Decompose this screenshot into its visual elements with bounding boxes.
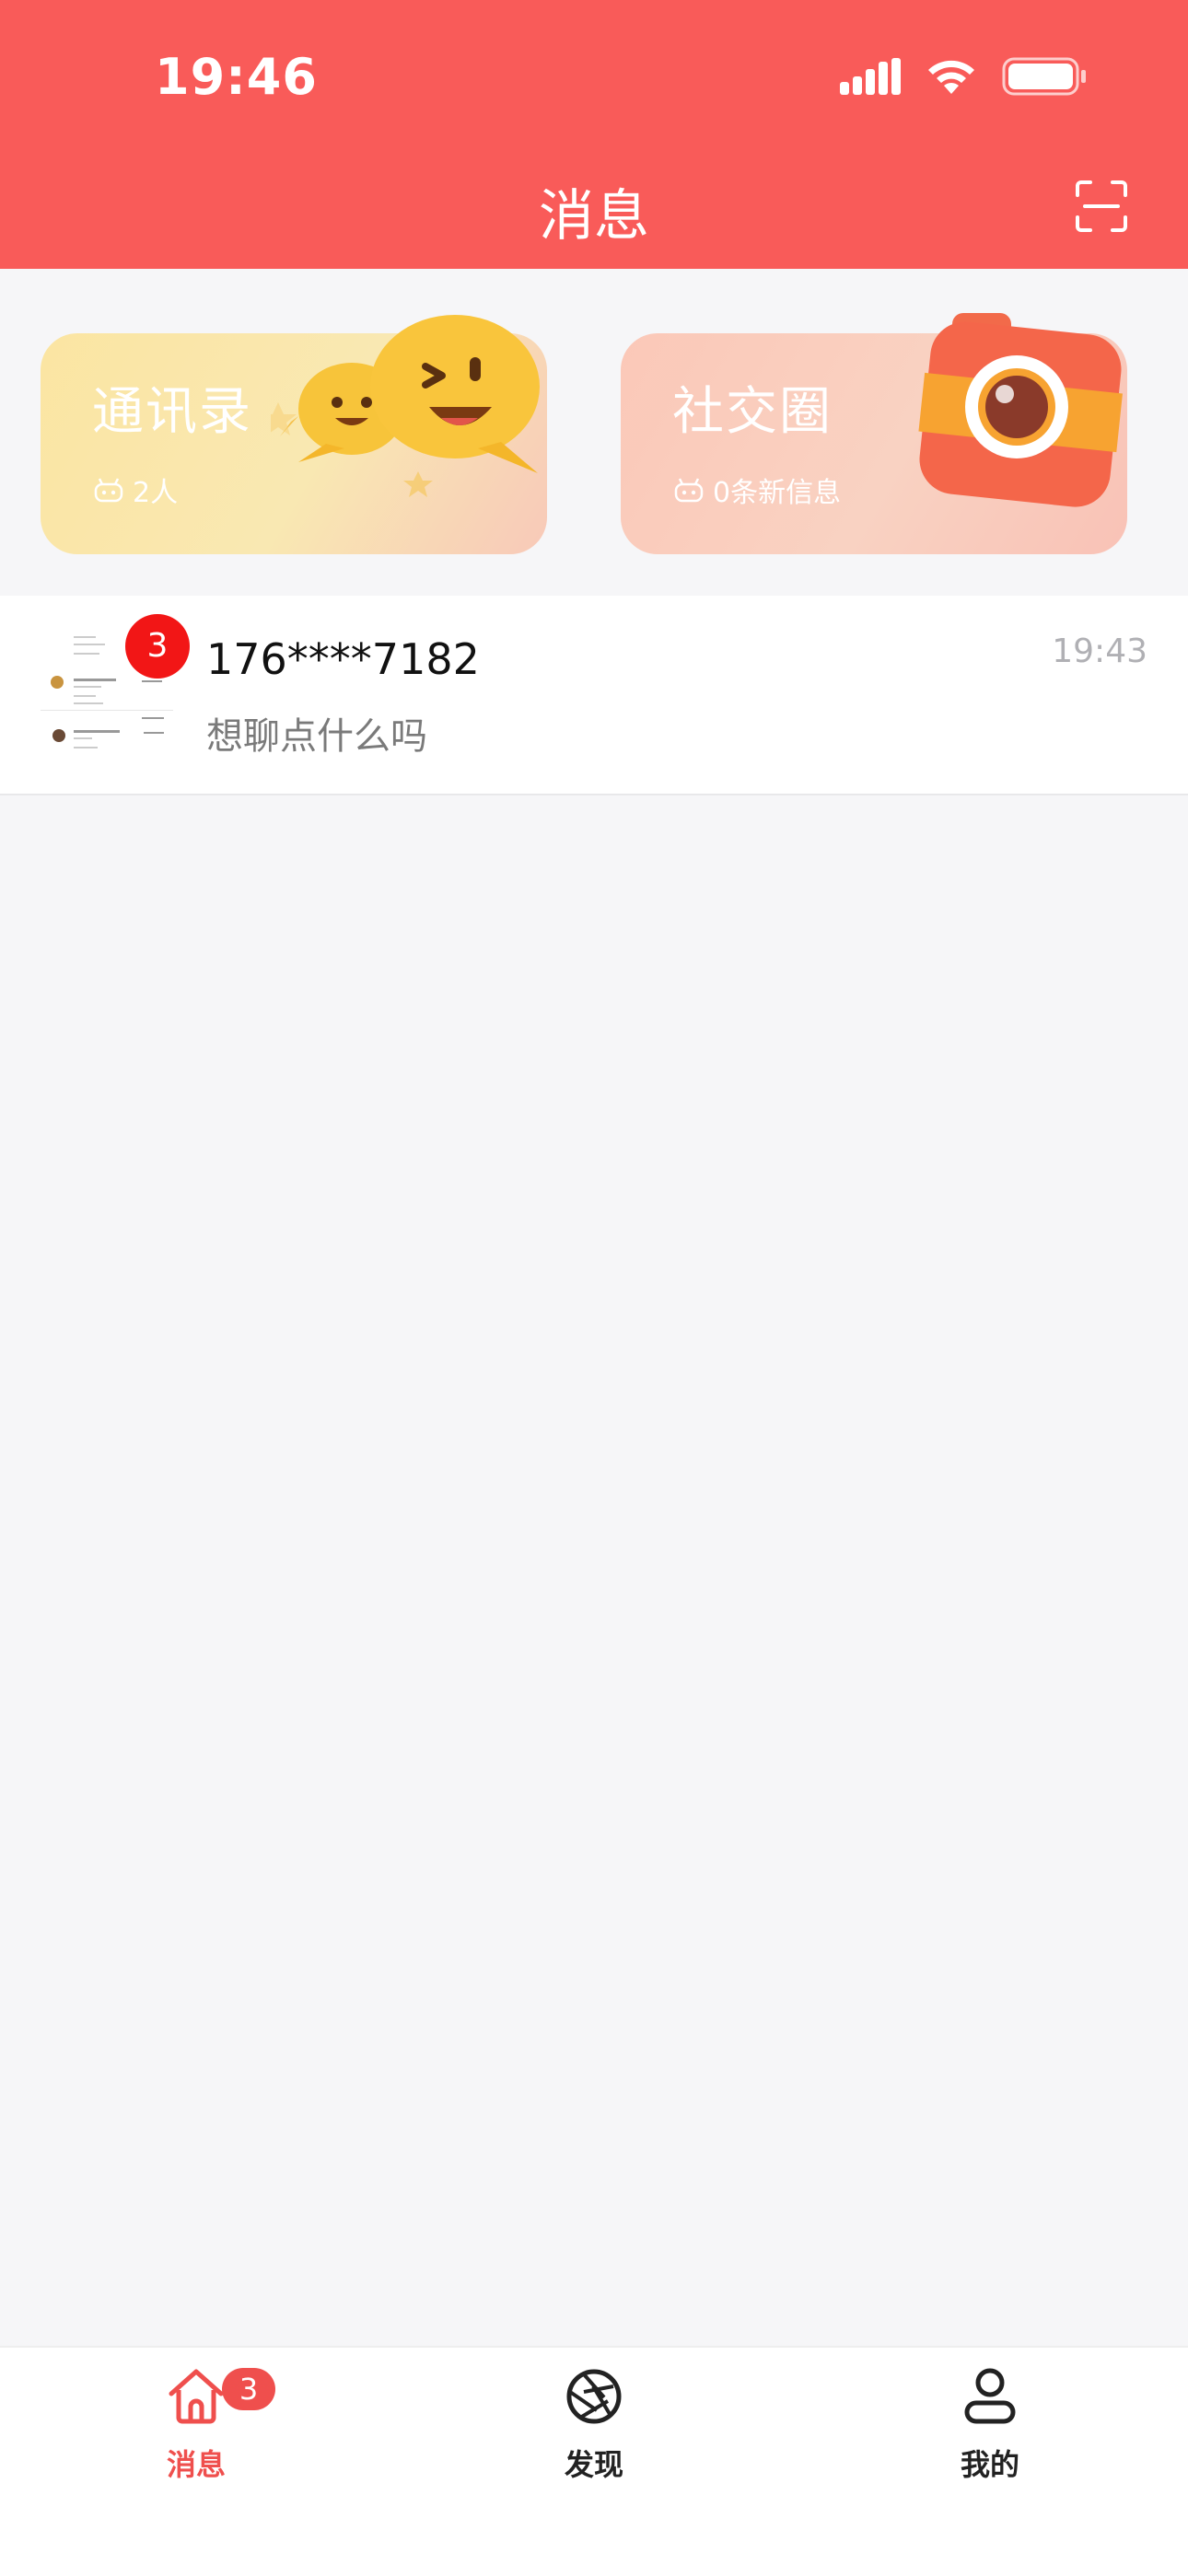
contacts-count: 2人: [133, 477, 179, 509]
social-new-count: 0条新信息: [713, 477, 842, 509]
page-title: 消息: [539, 184, 649, 249]
tab-bar: 3 消息 发现 我的: [0, 2346, 1188, 2576]
user-icon: [964, 2368, 1016, 2424]
tab-messages-label: 消息: [166, 2447, 226, 2482]
conversation-list: 3 176****7182 想聊点什么吗 19:43: [0, 596, 1188, 795]
tab-discover-label: 发现: [564, 2447, 623, 2482]
tab-mine[interactable]: 我的: [889, 2364, 1091, 2484]
signal-icon: [840, 58, 901, 95]
contacts-card[interactable]: 通讯录 2人: [41, 315, 547, 554]
unread-badge: 3: [125, 614, 190, 679]
battery-icon: [1002, 57, 1086, 96]
status-icons: [840, 57, 1087, 96]
scan-icon[interactable]: [1074, 179, 1129, 234]
shortcut-cards: 通讯录 2人 社交圈 0条新信息: [0, 269, 1188, 596]
wifi-icon: [928, 60, 974, 94]
robot-icon: [94, 478, 123, 503]
conversation-preview: 想聊点什么吗: [206, 715, 427, 758]
camera-illustration: [918, 313, 1123, 507]
conversation-name: 176****7182: [206, 634, 480, 684]
tab-messages[interactable]: 3 消息: [95, 2364, 297, 2484]
robot-icon: [674, 478, 704, 503]
social-card-title: 社交圈: [672, 382, 833, 442]
social-card-subtitle: 0条新信息: [672, 470, 841, 510]
status-time: 19:46: [155, 48, 318, 106]
tab-discover[interactable]: 发现: [493, 2364, 695, 2484]
header: 19:46 消息: [0, 0, 1188, 269]
aperture-icon: [566, 2369, 622, 2424]
social-card[interactable]: 社交圈 0条新信息: [621, 313, 1127, 554]
contacts-card-subtitle: 2人: [92, 470, 178, 510]
tab-mine-label: 我的: [960, 2447, 1019, 2482]
home-icon: [169, 2369, 224, 2424]
conversation-time: 19:43: [1052, 632, 1147, 670]
chat-bubbles-illustration: [271, 315, 540, 497]
contacts-card-title: 通讯录: [92, 382, 252, 442]
tab-messages-badge: 3: [222, 2368, 275, 2410]
